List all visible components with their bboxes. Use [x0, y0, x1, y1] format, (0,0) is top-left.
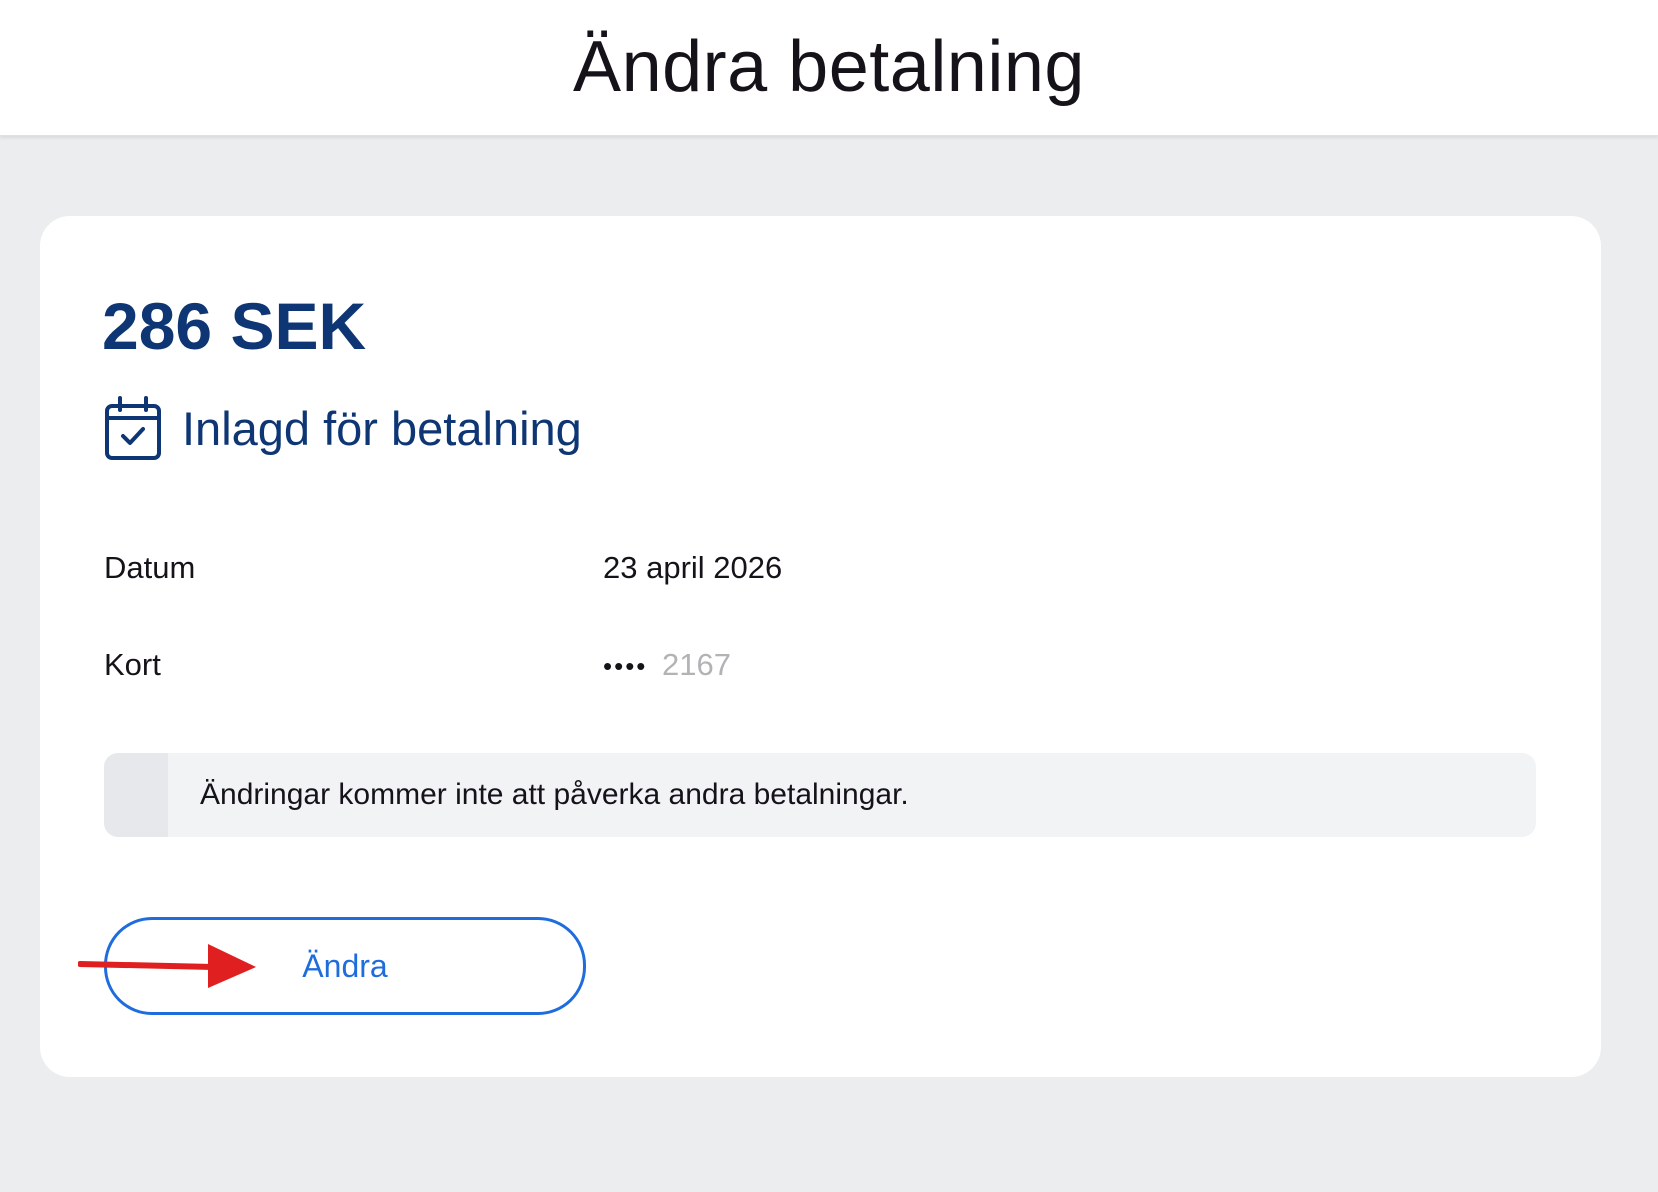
- date-label: Datum: [104, 550, 196, 585]
- notice-accent-bar: [104, 753, 168, 837]
- red-arrow-icon: [78, 944, 256, 988]
- card-mask: ••••: [603, 651, 648, 681]
- card-label: Kort: [104, 647, 161, 682]
- payment-card: 286 SEK Inlagd för betalning Datum 23 ap…: [40, 216, 1601, 1077]
- page-title: Ändra betalning: [573, 27, 1085, 107]
- calendar-check-icon: [104, 396, 162, 462]
- page-header: Ändra betalning: [0, 0, 1658, 136]
- info-notice: Ändringar kommer inte att påverka andra …: [104, 753, 1536, 837]
- payment-status-text: Inlagd för betalning: [182, 402, 582, 455]
- card-value: •••• 2167: [603, 645, 731, 686]
- notice-text: Ändringar kommer inte att påverka andra …: [200, 778, 909, 811]
- date-value: 23 april 2026: [603, 550, 783, 585]
- payment-status: Inlagd för betalning: [104, 394, 582, 464]
- payment-amount: 286 SEK: [102, 289, 367, 363]
- card-last4: 2167: [662, 647, 732, 682]
